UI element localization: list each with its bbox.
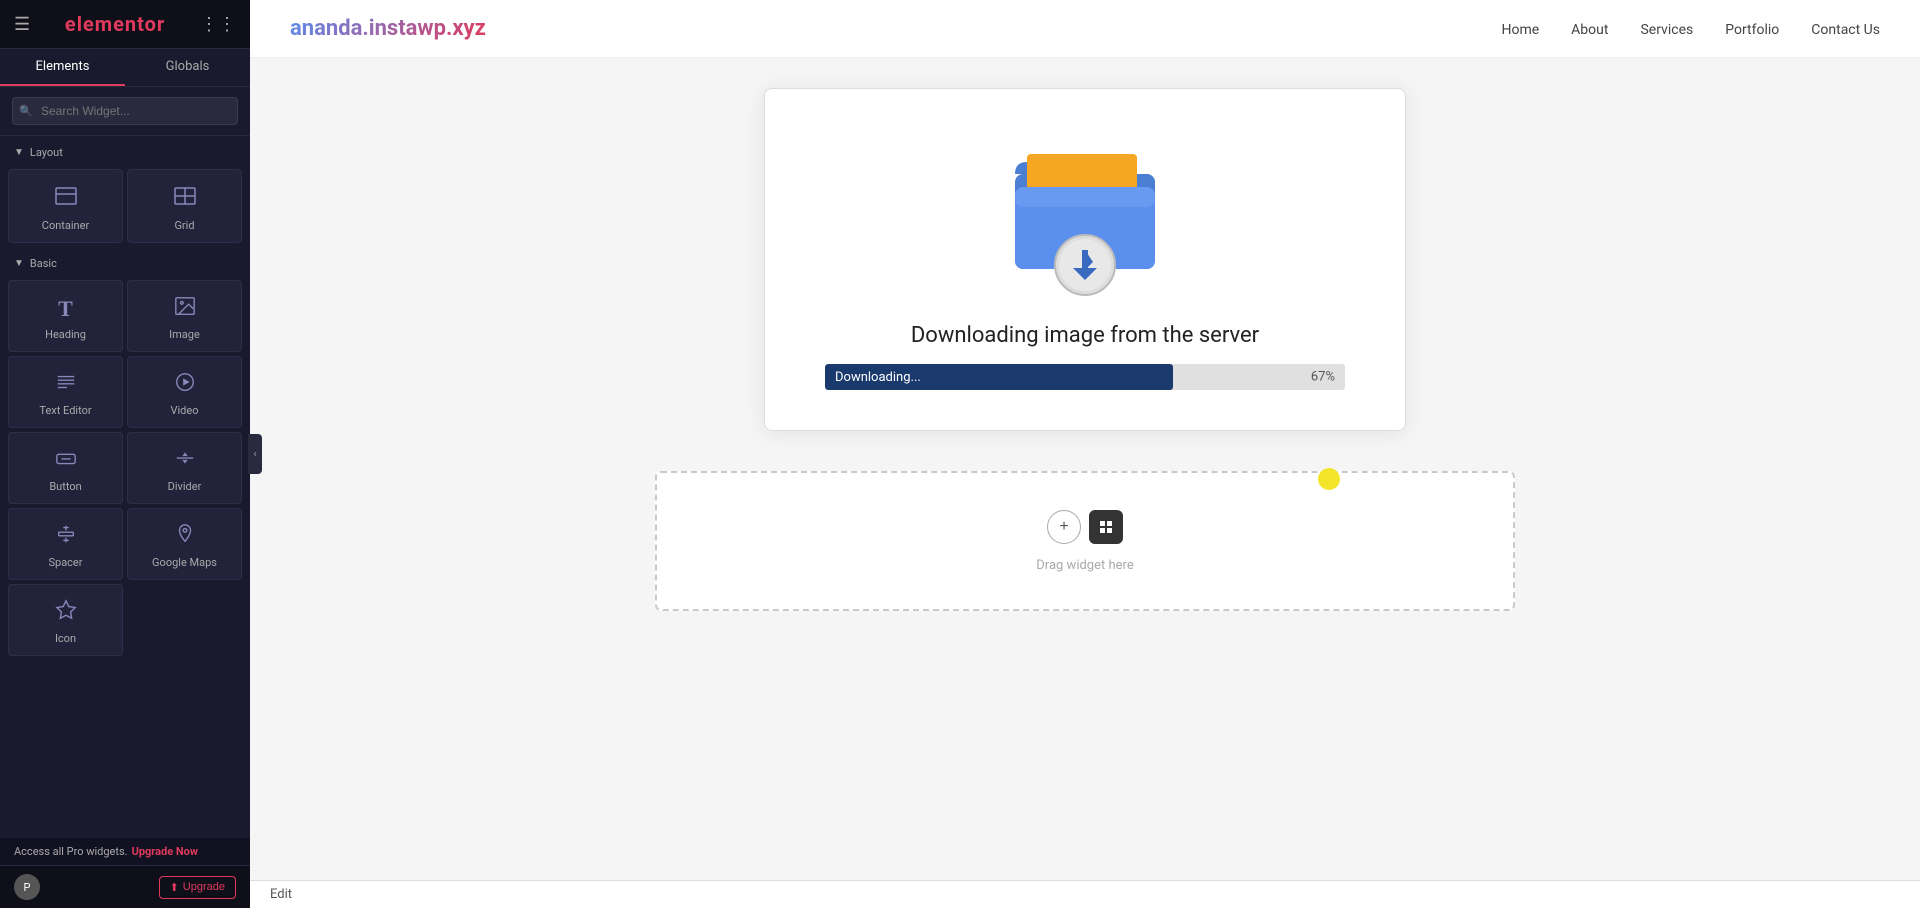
video-icon [174,371,196,398]
drop-zone: + Drag widget here [655,471,1515,611]
widget-spacer-label: Spacer [48,556,82,569]
elementor-logo: elementor [65,12,165,36]
image-icon [174,295,196,322]
basic-section-label: Basic [30,257,57,270]
nav-link-contact[interactable]: Contact Us [1811,22,1880,38]
upgrade-now-link[interactable]: Upgrade Now [132,845,198,858]
widget-google-maps[interactable]: Google Maps [127,508,242,580]
sidebar-tabs: Elements Globals [0,49,250,87]
sidebar-footer: P ⬆ Upgrade [0,865,250,908]
button-icon [55,447,77,474]
sidebar-footer-left: P [14,874,40,900]
nav-item-services[interactable]: Services [1640,19,1693,38]
widget-video-label: Video [171,404,199,417]
widget-button-label: Button [49,480,81,493]
sidebar: ☰ elementor ⋮⋮ Elements Globals ▼ Layout… [0,0,250,908]
nav-item-portfolio[interactable]: Portfolio [1725,19,1779,38]
basic-widget-grid: T Heading Image Text Editor Video [0,276,250,660]
hamburger-icon[interactable]: ☰ [14,14,30,35]
widget-container[interactable]: Container [8,169,123,243]
nav-link-about[interactable]: About [1571,22,1608,38]
layout-section-header[interactable]: ▼ Layout [0,136,250,165]
spacer-icon [55,523,77,550]
widget-heading-label: Heading [45,328,86,341]
text-editor-icon [55,371,77,398]
widget-divider[interactable]: Divider [127,432,242,504]
main-area: ananda.instawp.xyz Home About Services P… [250,0,1920,908]
sidebar-header: ☰ elementor ⋮⋮ [0,0,250,49]
tab-globals[interactable]: Globals [125,49,250,86]
search-input[interactable] [12,97,238,125]
search-area [0,87,250,136]
widget-spacer[interactable]: Spacer [8,508,123,580]
nav-item-home[interactable]: Home [1501,19,1539,38]
edit-label[interactable]: Edit [270,887,292,902]
progress-bar: Downloading... [825,364,1173,390]
drop-zone-text: Drag widget here [1036,558,1133,573]
progress-bar-container: Downloading... [825,364,1345,390]
widget-text-editor-label: Text Editor [39,404,91,417]
top-nav: ananda.instawp.xyz Home About Services P… [250,0,1920,58]
grid-icon[interactable]: ⋮⋮ [200,14,236,35]
progress-label: Downloading... [835,370,921,385]
nav-links: Home About Services Portfolio Contact Us [1501,19,1880,38]
avatar: P [14,874,40,900]
heading-icon: T [58,296,73,322]
sidebar-content: ▼ Layout Container Grid ▼ Basic [0,136,250,838]
edit-bar: Edit [250,880,1920,908]
widget-button[interactable]: Button [8,432,123,504]
download-title: Downloading image from the server [911,323,1259,348]
folder-download-svg [1005,132,1165,297]
widget-icon-label: Icon [55,632,76,645]
nav-link-portfolio[interactable]: Portfolio [1725,22,1779,38]
add-widget-button[interactable]: + [1047,510,1081,544]
progress-percent: 67% [1311,370,1335,385]
nav-link-home[interactable]: Home [1501,22,1539,38]
widget-text-editor[interactable]: Text Editor [8,356,123,428]
folder-icon-wrapper [1005,129,1165,299]
upgrade-button[interactable]: ⬆ Upgrade [159,876,236,899]
widget-grid[interactable]: Grid [127,169,242,243]
site-logo: ananda.instawp.xyz [290,16,486,41]
nav-link-services[interactable]: Services [1640,22,1693,38]
widget-grid-label: Grid [174,219,194,232]
upgrade-icon: ⬆ [170,881,179,894]
download-dialog: Downloading image from the server Downlo… [764,88,1406,431]
widget-video[interactable]: Video [127,356,242,428]
tab-elements[interactable]: Elements [0,49,125,86]
widget-image[interactable]: Image [127,280,242,352]
layout-widget-grid: Container Grid [0,165,250,247]
widget-icon[interactable]: Icon [8,584,123,656]
container-icon [54,184,78,213]
divider-icon [174,447,196,474]
widget-image-label: Image [169,328,200,341]
google-maps-icon [174,523,196,550]
pro-notice-text: Access all Pro widgets. [14,845,128,858]
drop-zone-buttons: + [1047,510,1123,544]
widget-heading[interactable]: T Heading [8,280,123,352]
nav-item-contact[interactable]: Contact Us [1811,19,1880,38]
grid-widget-icon [173,184,197,213]
layout-section-label: Layout [30,146,63,159]
nav-item-about[interactable]: About [1571,19,1608,38]
canvas-area: Downloading image from the server Downlo… [250,58,1920,880]
widget-divider-label: Divider [168,480,202,493]
widget-google-maps-label: Google Maps [152,556,217,569]
widget-template-button[interactable] [1089,510,1123,544]
widget-container-label: Container [42,219,89,232]
sidebar-collapse-handle[interactable]: ‹ [248,434,250,474]
progress-wrapper: Downloading... 67% [825,364,1345,390]
icon-widget-icon [55,599,77,626]
basic-section-header[interactable]: ▼ Basic [0,247,250,276]
basic-arrow-icon: ▼ [14,258,24,269]
upgrade-label: Upgrade [183,881,225,893]
pro-notice: Access all Pro widgets. Upgrade Now [0,838,250,865]
layout-arrow-icon: ▼ [14,147,24,158]
